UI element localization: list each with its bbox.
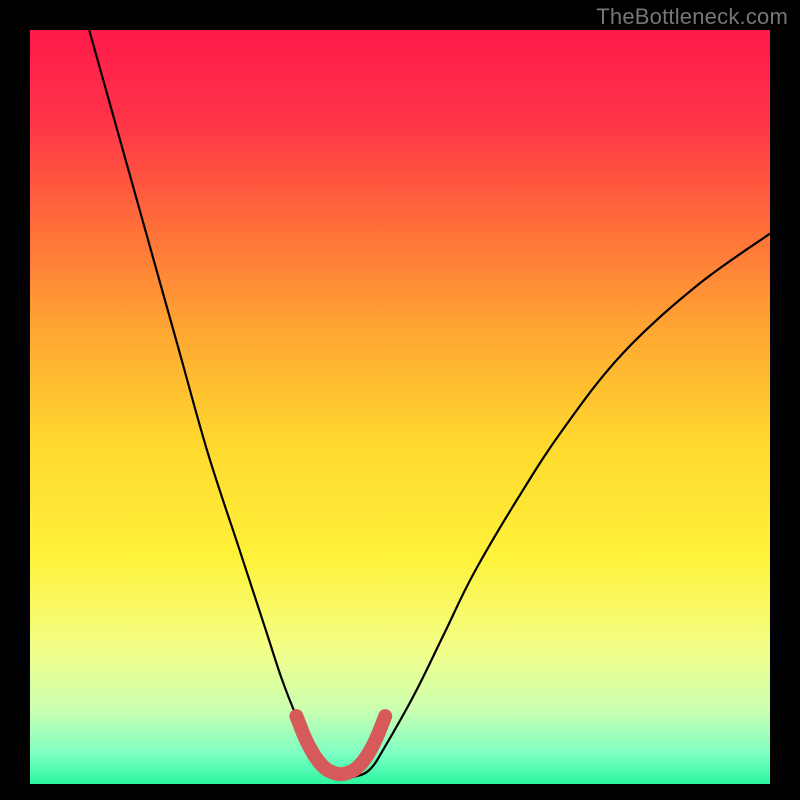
- bottleneck-chart: [0, 0, 800, 800]
- chart-frame: TheBottleneck.com: [0, 0, 800, 800]
- chart-background: [30, 30, 770, 784]
